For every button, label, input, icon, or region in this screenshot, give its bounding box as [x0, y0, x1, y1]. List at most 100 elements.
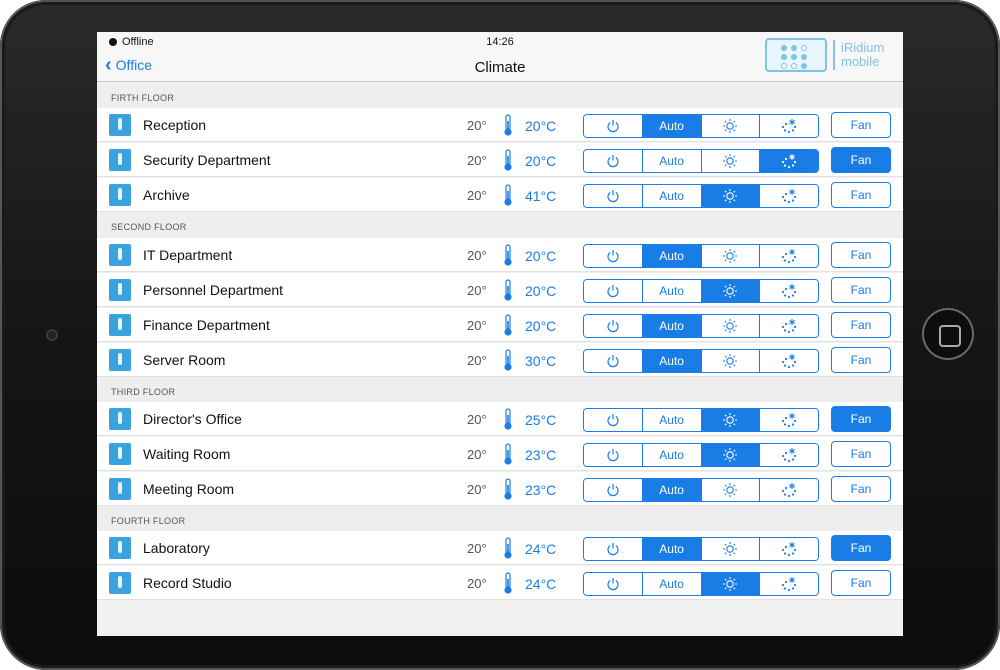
auto-button[interactable]: Auto	[642, 573, 702, 595]
fan-button[interactable]: Fan	[831, 441, 891, 467]
room-name: Record Studio	[143, 575, 232, 591]
room-temperature: 23°C	[525, 482, 557, 498]
cool-snowflake-button[interactable]	[760, 479, 818, 501]
auto-label: Auto	[659, 119, 684, 133]
fan-button[interactable]: Fan	[831, 570, 891, 596]
power-button[interactable]	[584, 479, 643, 501]
cool-snowflake-button[interactable]	[760, 315, 818, 337]
thermometer-icon	[501, 113, 515, 137]
room-name: Reception	[143, 117, 207, 133]
cool-snowflake-button[interactable]	[760, 185, 818, 207]
section-header: FOURTH FLOOR	[97, 507, 903, 532]
power-button[interactable]	[584, 315, 643, 337]
room-row: Waiting Room 20° 23°C Auto Fan	[97, 437, 903, 471]
power-button[interactable]	[584, 409, 643, 431]
fan-button[interactable]: Fan	[831, 476, 891, 502]
room-setpoint: 20°	[467, 188, 487, 203]
auto-button[interactable]: Auto	[642, 115, 702, 137]
fan-button[interactable]: Fan	[831, 147, 891, 173]
auto-label: Auto	[659, 284, 684, 298]
heat-sun-button[interactable]	[701, 573, 761, 595]
climate-mode-selector: Auto	[583, 244, 819, 268]
cool-snowflake-button[interactable]	[760, 409, 818, 431]
auto-button[interactable]: Auto	[642, 350, 702, 372]
climate-mode-selector: Auto	[583, 314, 819, 338]
power-button[interactable]	[584, 185, 643, 207]
heat-sun-button[interactable]	[701, 444, 761, 466]
climate-mode-selector: Auto	[583, 114, 819, 138]
auto-button[interactable]: Auto	[642, 315, 702, 337]
fan-button[interactable]: Fan	[831, 112, 891, 138]
cool-snowflake-button[interactable]	[760, 115, 818, 137]
cool-snowflake-button[interactable]	[760, 280, 818, 302]
auto-button[interactable]: Auto	[642, 245, 702, 267]
climate-mode-selector: Auto	[583, 443, 819, 467]
room-row: Reception 20° 20°C Auto Fan	[97, 108, 903, 142]
thermometer-icon	[501, 407, 515, 431]
auto-label: Auto	[659, 354, 684, 368]
fan-button[interactable]: Fan	[831, 535, 891, 561]
fan-button[interactable]: Fan	[831, 242, 891, 268]
heat-sun-button[interactable]	[701, 150, 761, 172]
auto-button[interactable]: Auto	[642, 444, 702, 466]
power-button[interactable]	[584, 444, 643, 466]
power-button[interactable]	[584, 245, 643, 267]
heat-sun-button[interactable]	[701, 479, 761, 501]
fan-button[interactable]: Fan	[831, 277, 891, 303]
auto-button[interactable]: Auto	[642, 479, 702, 501]
thermometer-icon	[501, 571, 515, 595]
heat-sun-button[interactable]	[701, 538, 761, 560]
heat-sun-button[interactable]	[701, 350, 761, 372]
room-temperature: 20°C	[525, 153, 557, 169]
climate-mode-selector: Auto	[583, 478, 819, 502]
cool-snowflake-button[interactable]	[760, 444, 818, 466]
fan-button[interactable]: Fan	[831, 406, 891, 432]
fan-button[interactable]: Fan	[831, 182, 891, 208]
auto-label: Auto	[659, 319, 684, 333]
power-button[interactable]	[584, 150, 643, 172]
cool-snowflake-button[interactable]	[760, 150, 818, 172]
heat-sun-button[interactable]	[701, 409, 761, 431]
heat-sun-button[interactable]	[701, 115, 761, 137]
thermometer-icon	[501, 278, 515, 302]
section-header: SECOND FLOOR	[97, 213, 903, 238]
power-button[interactable]	[584, 115, 643, 137]
room-name: Finance Department	[143, 317, 270, 333]
room-row: Server Room 20° 30°C Auto Fan	[97, 343, 903, 377]
auto-label: Auto	[659, 249, 684, 263]
cool-snowflake-button[interactable]	[760, 245, 818, 267]
room-name: Meeting Room	[143, 481, 235, 497]
room-name: Personnel Department	[143, 282, 284, 298]
cool-snowflake-button[interactable]	[760, 350, 818, 372]
tablet-frame: Offline 14:26 ‹ Office Climate iRidium m…	[0, 0, 1000, 670]
heat-sun-button[interactable]	[701, 245, 761, 267]
fan-button[interactable]: Fan	[831, 312, 891, 338]
fan-button[interactable]: Fan	[831, 347, 891, 373]
auto-button[interactable]: Auto	[642, 409, 702, 431]
room-setpoint: 20°	[467, 248, 487, 263]
power-button[interactable]	[584, 280, 643, 302]
heat-sun-button[interactable]	[701, 315, 761, 337]
climate-mode-selector: Auto	[583, 572, 819, 596]
climate-mode-selector: Auto	[583, 349, 819, 373]
room-row: Meeting Room 20° 23°C Auto Fan	[97, 472, 903, 506]
heat-sun-button[interactable]	[701, 185, 761, 207]
navigation-bar: Offline 14:26 ‹ Office Climate iRidium m…	[97, 32, 903, 82]
auto-button[interactable]: Auto	[642, 185, 702, 207]
power-button[interactable]	[584, 538, 643, 560]
cool-snowflake-button[interactable]	[760, 573, 818, 595]
room-temperature: 23°C	[525, 447, 557, 463]
cool-snowflake-button[interactable]	[760, 538, 818, 560]
auto-button[interactable]: Auto	[642, 150, 702, 172]
room-setpoint: 20°	[467, 283, 487, 298]
auto-label: Auto	[659, 189, 684, 203]
thermometer-icon	[501, 477, 515, 501]
power-button[interactable]	[584, 350, 643, 372]
home-button[interactable]	[922, 308, 974, 360]
thermometer-icon	[501, 348, 515, 372]
auto-button[interactable]: Auto	[642, 280, 702, 302]
heat-sun-button[interactable]	[701, 280, 761, 302]
power-button[interactable]	[584, 573, 643, 595]
room-row: Archive 20° 41°C Auto Fan	[97, 178, 903, 212]
auto-button[interactable]: Auto	[642, 538, 702, 560]
